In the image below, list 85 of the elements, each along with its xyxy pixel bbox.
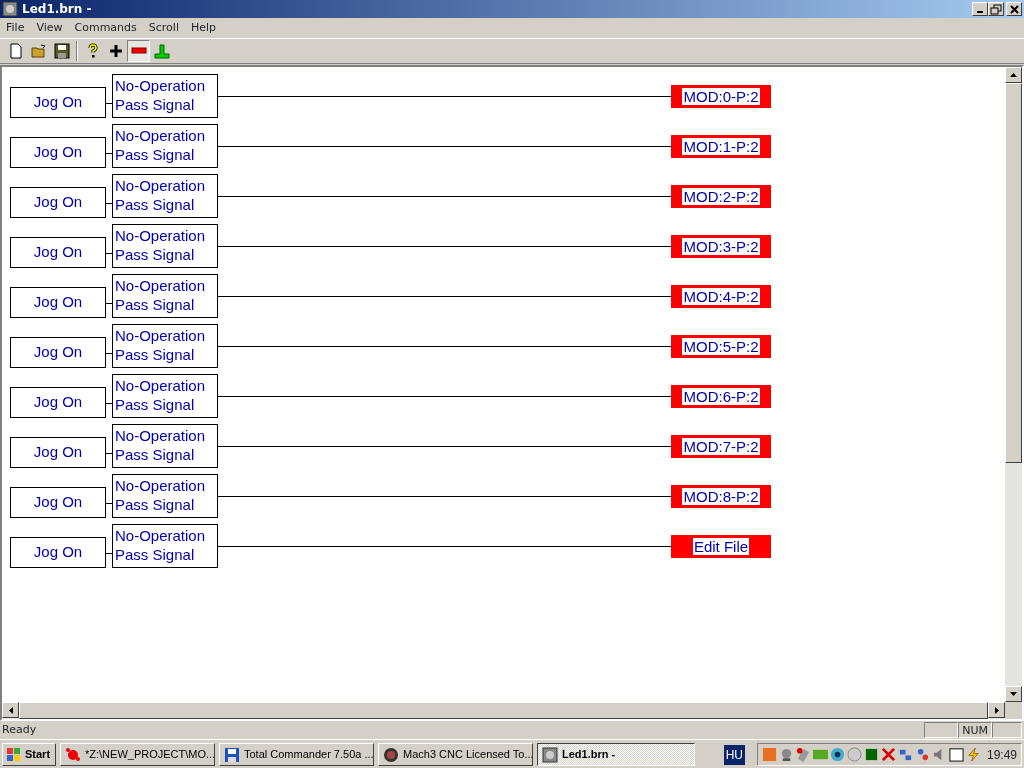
connector-line	[106, 403, 112, 404]
logic-block: No-Operation Pass Signal	[112, 274, 218, 318]
input-block: Jog On	[10, 187, 106, 218]
output-label: Edit File	[692, 538, 750, 555]
windows-logo-icon	[7, 747, 21, 762]
logic-block: No-Operation Pass Signal	[112, 474, 218, 518]
output-label: MOD:0-P:2	[682, 88, 760, 105]
num-lock-indicator: NUM	[958, 722, 992, 738]
connector-line	[106, 203, 112, 204]
input-block: Jog On	[10, 487, 106, 518]
logic-block: No-Operation Pass Signal	[112, 124, 218, 168]
taskbar-button[interactable]: Total Commander 7.50a ...	[219, 743, 374, 766]
status-text: Ready	[2, 721, 37, 738]
scroll-thumb[interactable]	[1005, 83, 1022, 463]
connector-line	[106, 103, 112, 104]
menu-item[interactable]: Scroll	[142, 17, 185, 39]
taskbar-button[interactable]: *Z:\NEW_PROJECT\MO...	[60, 743, 215, 766]
up-arrow-icon	[1010, 73, 1017, 77]
output-label: MOD:7-P:2	[682, 438, 760, 455]
round-logo-icon	[383, 746, 399, 763]
connector-line	[106, 353, 112, 354]
network-icon[interactable]	[897, 747, 913, 762]
ground-symbol-icon	[153, 43, 170, 59]
input-block: Jog On	[10, 237, 106, 268]
input-block: Jog On	[10, 87, 106, 118]
menu-item[interactable]: View	[30, 17, 69, 39]
scroll-left-button[interactable]	[2, 702, 19, 718]
left-arrow-icon	[8, 706, 13, 714]
scrollbar-corner	[1005, 702, 1022, 719]
splash-icon	[65, 746, 81, 763]
taskbar-button[interactable]: Led1.brn -	[537, 743, 695, 766]
logic-block: No-Operation Pass Signal	[112, 324, 218, 368]
scroll-right-button[interactable]	[988, 702, 1005, 718]
eye-icon[interactable]	[829, 747, 845, 762]
output-label: MOD:5-P:2	[682, 338, 760, 355]
logic-block: No-Operation Pass Signal	[112, 174, 218, 218]
menu-item[interactable]: Help	[184, 17, 223, 39]
input-block: Jog On	[10, 337, 106, 368]
minimize-button[interactable]	[972, 2, 988, 16]
restore-icon	[989, 3, 1003, 15]
output-label: MOD:2-P:2	[682, 188, 760, 205]
start-button[interactable]: Start	[2, 743, 56, 766]
connector-line	[106, 553, 112, 554]
output-label: MOD:4-P:2	[682, 288, 760, 305]
input-block: Jog On	[10, 437, 106, 468]
new-file-icon	[7, 43, 24, 59]
logic-block: No-Operation Pass Signal	[112, 224, 218, 268]
menu-item[interactable]: File	[0, 17, 31, 39]
connector-line	[106, 253, 112, 254]
logic-block: No-Operation Pass Signal	[112, 424, 218, 468]
folder-icon	[30, 43, 47, 59]
app-icon	[2, 1, 18, 17]
clock: 19:49	[986, 746, 1017, 764]
cross-icon[interactable]	[880, 747, 896, 762]
phone-icon[interactable]	[795, 747, 811, 762]
vertical-scrollbar[interactable]	[1005, 67, 1022, 702]
logic-block: No-Operation Pass Signal	[112, 374, 218, 418]
down-arrow-icon	[1010, 692, 1017, 696]
output-label: MOD:6-P:2	[682, 388, 760, 405]
right-arrow-icon	[994, 706, 999, 714]
connector-line	[106, 453, 112, 454]
output-label: MOD:1-P:2	[682, 138, 760, 155]
output-label: MOD:8-P:2	[682, 488, 760, 505]
output-label: MOD:3-P:2	[682, 238, 760, 255]
input-block: Jog On	[10, 387, 106, 418]
language-indicator[interactable]: HU	[723, 744, 745, 765]
input-block: Jog On	[10, 287, 106, 318]
input-block: Jog On	[10, 537, 106, 568]
app-icon	[542, 746, 558, 763]
restore-button[interactable]	[988, 2, 1004, 16]
input-block: Jog On	[10, 137, 106, 168]
scroll-up-button[interactable]	[1005, 67, 1022, 83]
connector-line	[106, 303, 112, 304]
close-button[interactable]	[1006, 2, 1022, 16]
close-icon	[1007, 3, 1021, 15]
scroll-down-button[interactable]	[1005, 686, 1022, 702]
logic-block: No-Operation Pass Signal	[112, 74, 218, 118]
connector-line	[106, 503, 112, 504]
connector-line	[106, 153, 112, 154]
minimize-icon	[977, 11, 983, 13]
logic-block: No-Operation Pass Signal	[112, 524, 218, 568]
menu-item[interactable]: Commands	[68, 17, 143, 39]
minus-button[interactable]	[127, 40, 150, 62]
plus-icon	[107, 43, 124, 59]
window-title: Led1.brn -	[22, 1, 92, 18]
